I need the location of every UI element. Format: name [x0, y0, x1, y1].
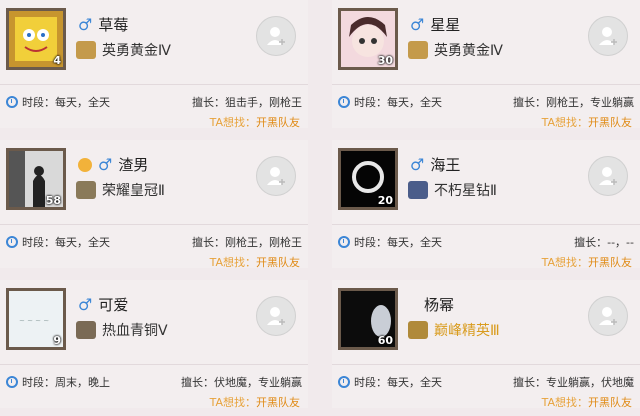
rank-icon	[76, 321, 96, 339]
add-friend-button[interactable]	[588, 156, 628, 196]
looking-for-value: 开黑队友	[256, 396, 300, 409]
skills: 擅长：狙击手，刚枪王	[192, 96, 302, 109]
male-icon: ♂	[410, 155, 425, 174]
looking-for-label: TA想找：	[541, 396, 588, 409]
add-user-icon	[599, 307, 617, 325]
add-friend-button[interactable]	[588, 16, 628, 56]
clock-icon	[6, 96, 18, 108]
add-user-icon	[599, 167, 617, 185]
add-friend-button[interactable]	[256, 296, 296, 336]
rank-icon	[408, 41, 428, 59]
looking-for-value: 开黑队友	[256, 116, 300, 129]
divider	[332, 224, 640, 225]
clock-icon	[6, 376, 18, 388]
rank-label: 荣耀皇冠Ⅱ	[102, 183, 165, 199]
player-name: 可爱	[98, 296, 129, 314]
time-slot: 时段：每天，全天	[354, 376, 442, 389]
player-card[interactable]: 30 ♂ 星星 英勇黄金Ⅳ 时段：每天，全天 擅长：刚枪王，专业躺赢 TA想找：…	[332, 0, 640, 130]
player-name: 草莓	[98, 16, 129, 34]
player-name: 星星	[430, 16, 461, 34]
player-name: 海王	[430, 156, 461, 174]
time-slot: 时段：周末，晚上	[22, 376, 110, 389]
add-friend-button[interactable]	[588, 296, 628, 336]
skills: 擅长：专业躺赢，伏地魔	[513, 376, 634, 389]
time-slot: 时段：每天，全天	[354, 236, 442, 249]
clock-icon	[338, 376, 350, 388]
level-badge: 30	[377, 54, 393, 67]
player-card[interactable]: ~ ~ ~ ~ 9 ♂ 可爱 热血青铜Ⅴ 时段：周末，晚上 擅长：伏地魔，专业躺…	[0, 280, 308, 410]
time-slot: 时段：每天，全天	[354, 96, 442, 109]
level-badge: 4	[53, 54, 61, 67]
add-user-icon	[267, 307, 285, 325]
player-card[interactable]: 60 杨幂 巅峰精英Ⅲ 时段：每天，全天 擅长：专业躺赢，伏地魔 TA想找：开黑…	[332, 280, 640, 410]
avatar[interactable]: 30	[338, 8, 398, 70]
looking-for: TA想找：开黑队友	[210, 254, 300, 270]
looking-for-value: 开黑队友	[588, 116, 632, 129]
looking-for: TA想找：开黑队友	[542, 114, 632, 130]
looking-for: TA想找：开黑队友	[210, 114, 300, 130]
player-name: 渣男	[118, 156, 149, 174]
player-card[interactable]: 4 ♂ 草莓 英勇黄金Ⅳ 时段：每天，全天 擅长：狙击手，刚枪王 TA想找：开黑…	[0, 0, 308, 130]
avatar[interactable]: 4	[6, 8, 66, 70]
add-friend-button[interactable]	[256, 156, 296, 196]
looking-for: TA想找：开黑队友	[542, 254, 632, 270]
skills: 擅长：刚枪王，刚枪王	[192, 236, 302, 249]
looking-for-label: TA想找：	[541, 256, 588, 269]
player-name: 杨幂	[424, 296, 455, 314]
looking-for-label: TA想找：	[541, 116, 588, 129]
avatar[interactable]: ~ ~ ~ ~ 9	[6, 288, 66, 350]
rank-label: 英勇黄金Ⅳ	[434, 43, 503, 59]
divider	[0, 224, 308, 225]
level-badge: 60	[377, 334, 393, 347]
divider	[332, 84, 640, 85]
male-icon: ♂	[410, 15, 425, 34]
looking-for-label: TA想找：	[209, 116, 256, 129]
rank-label: 英勇黄金Ⅳ	[102, 43, 171, 59]
rank-label: 巅峰精英Ⅲ	[434, 323, 500, 339]
add-user-icon	[267, 27, 285, 45]
rank-icon	[76, 181, 96, 199]
divider	[0, 84, 308, 85]
add-user-icon	[267, 167, 285, 185]
skills: 擅长：刚枪王，专业躺赢	[513, 96, 634, 109]
looking-for-label: TA想找：	[209, 396, 256, 409]
divider	[0, 364, 308, 365]
clock-icon	[6, 236, 18, 248]
looking-for-label: TA想找：	[209, 256, 256, 269]
divider	[332, 364, 640, 365]
clock-icon	[338, 96, 350, 108]
rank-label: 不朽星钻Ⅱ	[434, 183, 497, 199]
male-icon: ♂	[78, 15, 93, 34]
rank-icon	[76, 41, 96, 59]
rank-label: 热血青铜Ⅴ	[102, 323, 168, 339]
add-friend-button[interactable]	[256, 16, 296, 56]
time-slot: 时段：每天，全天	[22, 96, 110, 109]
level-badge: 20	[377, 194, 393, 207]
player-card[interactable]: 58 ♂ 渣男 荣耀皇冠Ⅱ 时段：每天，全天 擅长：刚枪王，刚枪王 TA想找：开…	[0, 140, 308, 270]
add-user-icon	[599, 27, 617, 45]
rank-icon	[408, 181, 428, 199]
emoji-icon	[78, 157, 92, 172]
skills: 擅长：--，--	[574, 236, 634, 249]
svg-text:~ ~ ~ ~: ~ ~ ~ ~	[19, 317, 49, 325]
level-badge: 9	[53, 334, 61, 347]
avatar[interactable]: 60	[338, 288, 398, 350]
avatar[interactable]: 58	[6, 148, 66, 210]
looking-for: TA想找：开黑队友	[542, 394, 632, 410]
level-badge: 58	[45, 194, 61, 207]
looking-for-value: 开黑队友	[588, 396, 632, 409]
looking-for-value: 开黑队友	[256, 256, 300, 269]
clock-icon	[338, 236, 350, 248]
team-finder-grid: 4 ♂ 草莓 英勇黄金Ⅳ 时段：每天，全天 擅长：狙击手，刚枪王 TA想找：开黑…	[0, 0, 640, 416]
looking-for: TA想找：开黑队友	[210, 394, 300, 410]
player-card[interactable]: 20 ♂ 海王 不朽星钻Ⅱ 时段：每天，全天 擅长：--，-- TA想找：开黑队…	[332, 140, 640, 270]
rank-icon	[408, 321, 428, 339]
male-icon: ♂	[78, 295, 93, 314]
looking-for-value: 开黑队友	[588, 256, 632, 269]
male-icon: ♂	[98, 155, 113, 174]
avatar[interactable]: 20	[338, 148, 398, 210]
skills: 擅长：伏地魔，专业躺赢	[181, 376, 302, 389]
time-slot: 时段：每天，全天	[22, 236, 110, 249]
